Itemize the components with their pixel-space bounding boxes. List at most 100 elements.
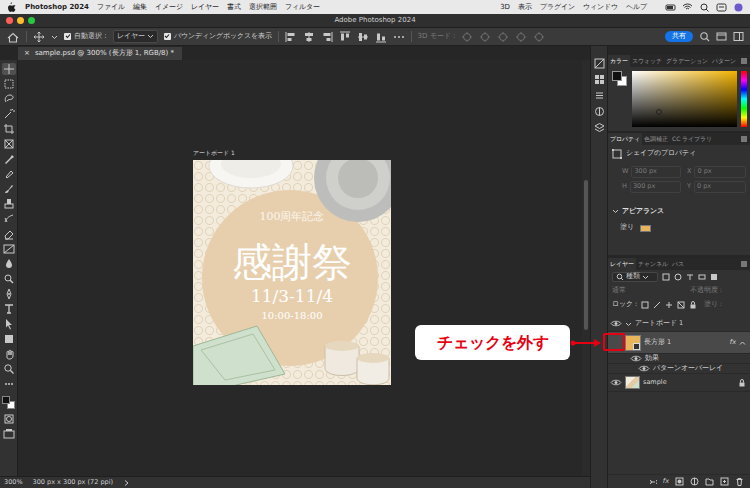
tool-button[interactable] [2, 363, 16, 375]
tool-button[interactable] [2, 213, 16, 225]
tool-button[interactable] [2, 333, 16, 345]
menu-item[interactable]: ファイル [97, 3, 125, 11]
panel-menu-icon[interactable] [740, 55, 750, 67]
picker-marker[interactable] [656, 109, 662, 115]
canvas[interactable]: アートボード 1100周年記念感謝祭11/3-11/410:00-18:00チェ… [18, 60, 582, 476]
visibility-toggle[interactable] [610, 378, 622, 387]
tool-button[interactable] [2, 123, 16, 135]
tool-button[interactable] [2, 378, 16, 390]
new-layer-icon[interactable] [720, 477, 729, 486]
checkbox[interactable] [64, 33, 71, 40]
field-input[interactable]: 300 px [630, 181, 681, 193]
apple-icon[interactable] [6, 1, 17, 13]
layer-filter-dropdown[interactable]: 種類 [612, 272, 658, 282]
panel-tab[interactable]: カラー [608, 55, 630, 67]
color-panel-icon[interactable] [594, 58, 605, 69]
tool-button[interactable] [2, 348, 16, 360]
menu-item[interactable]: 表示 [518, 3, 532, 11]
blend-mode-dropdown[interactable]: 通常 [612, 287, 626, 295]
workspace-icon[interactable] [716, 31, 727, 42]
panel-tab[interactable]: プロパティ [608, 133, 642, 145]
visibility-toggle[interactable] [610, 338, 622, 347]
bounding-box-option[interactable]: バウンディングボックスを表示 [164, 32, 272, 40]
layer-row[interactable]: 効果 [608, 354, 750, 364]
close-button[interactable] [6, 17, 13, 24]
filter-type-icon[interactable] [662, 273, 670, 281]
layer-name[interactable]: 長方形 1 [644, 339, 671, 347]
tool-button[interactable] [2, 198, 16, 210]
hue-slider[interactable] [741, 71, 747, 127]
search-icon[interactable] [699, 31, 710, 42]
checkbox[interactable] [164, 33, 171, 40]
adjustments-icon[interactable] [594, 106, 605, 117]
tool-button[interactable] [2, 93, 16, 105]
artboard[interactable]: 100周年記念感謝祭11/3-11/410:00-18:00 [193, 160, 391, 385]
tool-button[interactable] [2, 288, 16, 300]
layer-row[interactable]: アートボード 1 [608, 316, 750, 332]
close-tab-button[interactable]: × [24, 49, 30, 57]
align-icon[interactable] [321, 31, 333, 43]
mask-icon[interactable] [675, 477, 684, 486]
swatches-icon[interactable] [594, 74, 605, 85]
expand-chevron-icon[interactable] [625, 321, 632, 327]
lock-option-icon[interactable] [689, 301, 697, 309]
menu-item[interactable]: レイヤー [191, 3, 219, 11]
home-icon[interactable] [6, 31, 20, 43]
field-input[interactable]: 300 px [631, 166, 681, 178]
tool-button[interactable] [2, 168, 16, 180]
tool-button[interactable] [2, 78, 16, 90]
more-icon[interactable] [393, 31, 405, 43]
menu-item[interactable]: プラグイン [540, 3, 575, 11]
share-button[interactable]: 共有 [665, 31, 693, 42]
visibility-toggle[interactable] [630, 354, 642, 363]
quick-mask-icon[interactable] [3, 413, 15, 425]
filter-type-icon[interactable] [698, 273, 706, 281]
field-input[interactable]: 0 px [694, 181, 746, 193]
visibility-toggle[interactable] [638, 364, 650, 373]
panel-tab[interactable]: グラデーション [664, 55, 710, 67]
vertical-scrollbar[interactable] [582, 60, 590, 476]
lock-option-icon[interactable] [641, 301, 649, 309]
menu-item[interactable]: 編集 [133, 3, 147, 11]
menu-item[interactable]: ウィンドウ [583, 3, 618, 11]
collapse-chevron-icon[interactable] [612, 208, 619, 214]
tool-button[interactable] [2, 258, 16, 270]
layer-name[interactable]: 効果 [645, 355, 659, 363]
zoom-button[interactable] [28, 17, 35, 24]
tool-button[interactable] [2, 153, 16, 165]
transform-field[interactable]: H300 px [622, 181, 681, 193]
lock-option-icon[interactable] [653, 301, 661, 309]
menu-item[interactable]: イメージ [155, 3, 183, 11]
filter-type-icon[interactable] [686, 273, 694, 281]
panel-tab[interactable]: 色調補正 [642, 133, 670, 145]
field-input[interactable]: 0 px [694, 166, 746, 178]
filter-type-icon[interactable] [674, 273, 682, 281]
lock-option-icon[interactable] [677, 301, 685, 309]
transform-field[interactable]: X0 px [687, 166, 746, 178]
panel-tab[interactable]: チャンネル [636, 258, 670, 270]
minimize-button[interactable] [17, 17, 24, 24]
scroll-thumb[interactable] [584, 180, 588, 330]
menu-item[interactable]: 選択範囲 [249, 3, 277, 11]
tool-button[interactable] [2, 228, 16, 240]
artboard-label[interactable]: アートボード 1 [193, 149, 235, 156]
layer-row[interactable]: sample [608, 374, 750, 392]
panel-tab[interactable]: CC ライブラリ [670, 133, 714, 145]
effects-badge[interactable]: fx [730, 339, 736, 347]
tool-preset-chevron-icon[interactable] [51, 34, 58, 40]
color-picker-field[interactable] [632, 71, 737, 127]
layer-row[interactable]: パターンオーバーレイ [608, 364, 750, 374]
expand-chevron-icon[interactable] [123, 479, 130, 487]
control-center-icon[interactable] [716, 2, 727, 13]
fill-swatch[interactable] [640, 225, 651, 232]
tool-button[interactable] [2, 138, 16, 150]
panel-tab[interactable]: スウォッチ [630, 55, 664, 67]
color-swatches[interactable] [2, 396, 16, 410]
menu-item[interactable]: ヘルプ [626, 3, 647, 11]
tool-button[interactable] [2, 303, 16, 315]
expand-chevron-icon[interactable] [739, 340, 746, 346]
transform-field[interactable]: W300 px [622, 166, 681, 178]
align-icon[interactable] [303, 31, 315, 43]
folder-icon[interactable] [705, 477, 714, 486]
panel-menu-icon[interactable] [740, 133, 750, 145]
